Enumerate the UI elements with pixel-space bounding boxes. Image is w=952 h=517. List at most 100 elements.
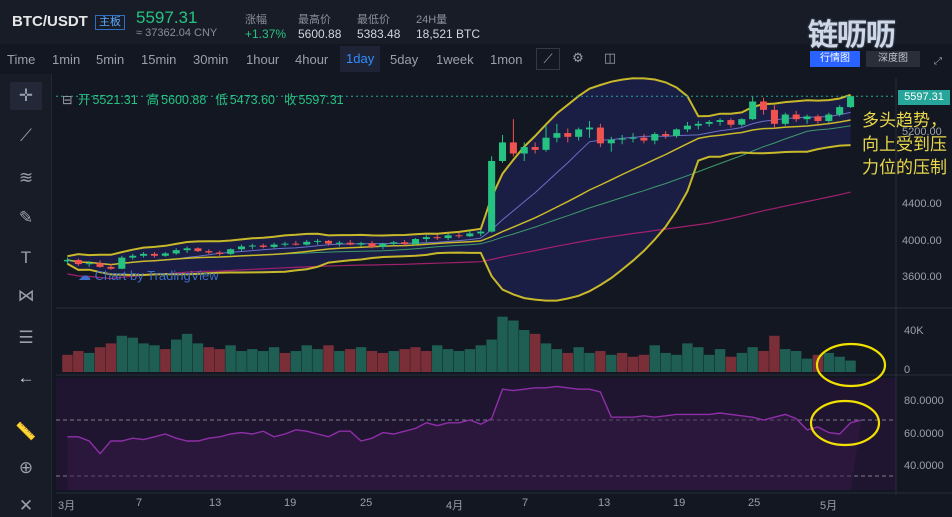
time-tick: 4月 [446, 500, 464, 512]
volume-bar [834, 356, 845, 372]
volume-bar [62, 354, 73, 372]
candle-body [379, 243, 387, 247]
ohlc-open-label: 开 [77, 93, 91, 107]
candle-body [140, 253, 148, 256]
candle-body [770, 109, 778, 124]
volume-bar [595, 351, 606, 372]
volume-bar [682, 343, 693, 372]
candle-body [651, 134, 659, 141]
candle-body [314, 240, 322, 242]
candle-body [596, 127, 604, 144]
volume-bar [170, 339, 182, 372]
candle-body [836, 107, 844, 115]
volume-bar [268, 347, 280, 372]
candle-body [825, 114, 833, 122]
volume-bar [703, 354, 715, 372]
ohlc-close-label: 收 [283, 93, 297, 107]
candle-body [672, 129, 681, 136]
volume-bar [410, 347, 421, 372]
volume-bar [693, 347, 704, 372]
candle-body [564, 133, 572, 137]
volume-bar [638, 354, 650, 372]
volume-bar [116, 335, 128, 372]
volume-bar [486, 339, 497, 372]
volume-bar [225, 345, 236, 372]
candle-body [324, 240, 333, 244]
price-tick: 4400.00 [902, 198, 942, 210]
candle-body [509, 142, 517, 154]
price-tick: 3600.00 [902, 271, 942, 283]
volume-bar [192, 343, 204, 372]
candle-body [716, 120, 724, 122]
ohlc-open: 5521.31 [92, 93, 138, 107]
candle-body [368, 243, 376, 247]
volume-bar [845, 360, 856, 372]
volume-tick: 40K [904, 325, 924, 337]
volume-bar [769, 335, 780, 372]
volume-bar [464, 349, 476, 372]
volume-bar [399, 349, 410, 372]
time-tick: 3月 [58, 500, 76, 512]
candle-body [814, 116, 822, 122]
candle-body [346, 242, 354, 245]
candle-body [455, 235, 463, 237]
volume-bar [377, 352, 389, 372]
candle-body [738, 119, 746, 125]
candle-body [259, 245, 267, 247]
candle-body [727, 120, 735, 125]
time-tick: 25 [748, 497, 761, 509]
volume-bar [301, 345, 312, 372]
candle-body [640, 137, 648, 141]
volume-bar [323, 345, 334, 372]
candle-body [498, 142, 507, 161]
volume-bar [714, 349, 726, 372]
candle-body [629, 137, 637, 139]
volume-bar [747, 347, 758, 372]
candle-body [749, 101, 757, 120]
candle-body [74, 259, 82, 265]
candle-body [335, 242, 343, 244]
candle-body [422, 237, 430, 240]
volume-bar [83, 352, 95, 372]
tradingview-watermark[interactable]: ☁ Chart by TradingView [78, 268, 219, 284]
volume-bar [257, 351, 269, 372]
volume-bar [345, 349, 356, 372]
volume-bar [606, 354, 617, 372]
candle-body [194, 248, 202, 252]
time-tick: 5月 [820, 500, 838, 512]
candle-body [792, 114, 800, 120]
time-tick: 13 [209, 497, 222, 509]
candle-body [270, 244, 278, 247]
volume-bar [366, 351, 378, 372]
watermark-text: Chart by TradingView [94, 268, 219, 283]
candle-body [694, 123, 702, 126]
volume-bar [519, 330, 530, 372]
volume-tick: 0 [904, 364, 911, 376]
time-tick: 25 [360, 497, 373, 509]
candle-body [216, 252, 224, 254]
volume-bar [279, 352, 291, 372]
candle-body [161, 253, 169, 256]
candle-body [488, 160, 496, 232]
candle-body [227, 249, 235, 254]
price-chart[interactable] [0, 0, 952, 517]
volume-bar [540, 343, 552, 372]
volume-bar [790, 351, 802, 372]
time-tick: 13 [598, 497, 611, 509]
candle-body [760, 101, 768, 110]
ohlc-high-label: 高 [146, 93, 160, 107]
candle-body [531, 147, 539, 150]
time-tick: 19 [673, 497, 686, 509]
tradingview-logo-icon: ☁ [78, 268, 95, 283]
candle-body [401, 242, 409, 245]
volume-bar [442, 349, 454, 372]
ohlc-toggle-icon[interactable]: ⊟ [62, 93, 72, 107]
candle-body [85, 263, 93, 265]
volume-bar [529, 333, 541, 372]
volume-bar [181, 333, 193, 372]
time-tick: 7 [522, 497, 529, 509]
candle-body [781, 114, 789, 124]
candle-body [585, 127, 594, 130]
price-tick: 4000.00 [902, 235, 942, 247]
volume-bar [73, 351, 84, 372]
